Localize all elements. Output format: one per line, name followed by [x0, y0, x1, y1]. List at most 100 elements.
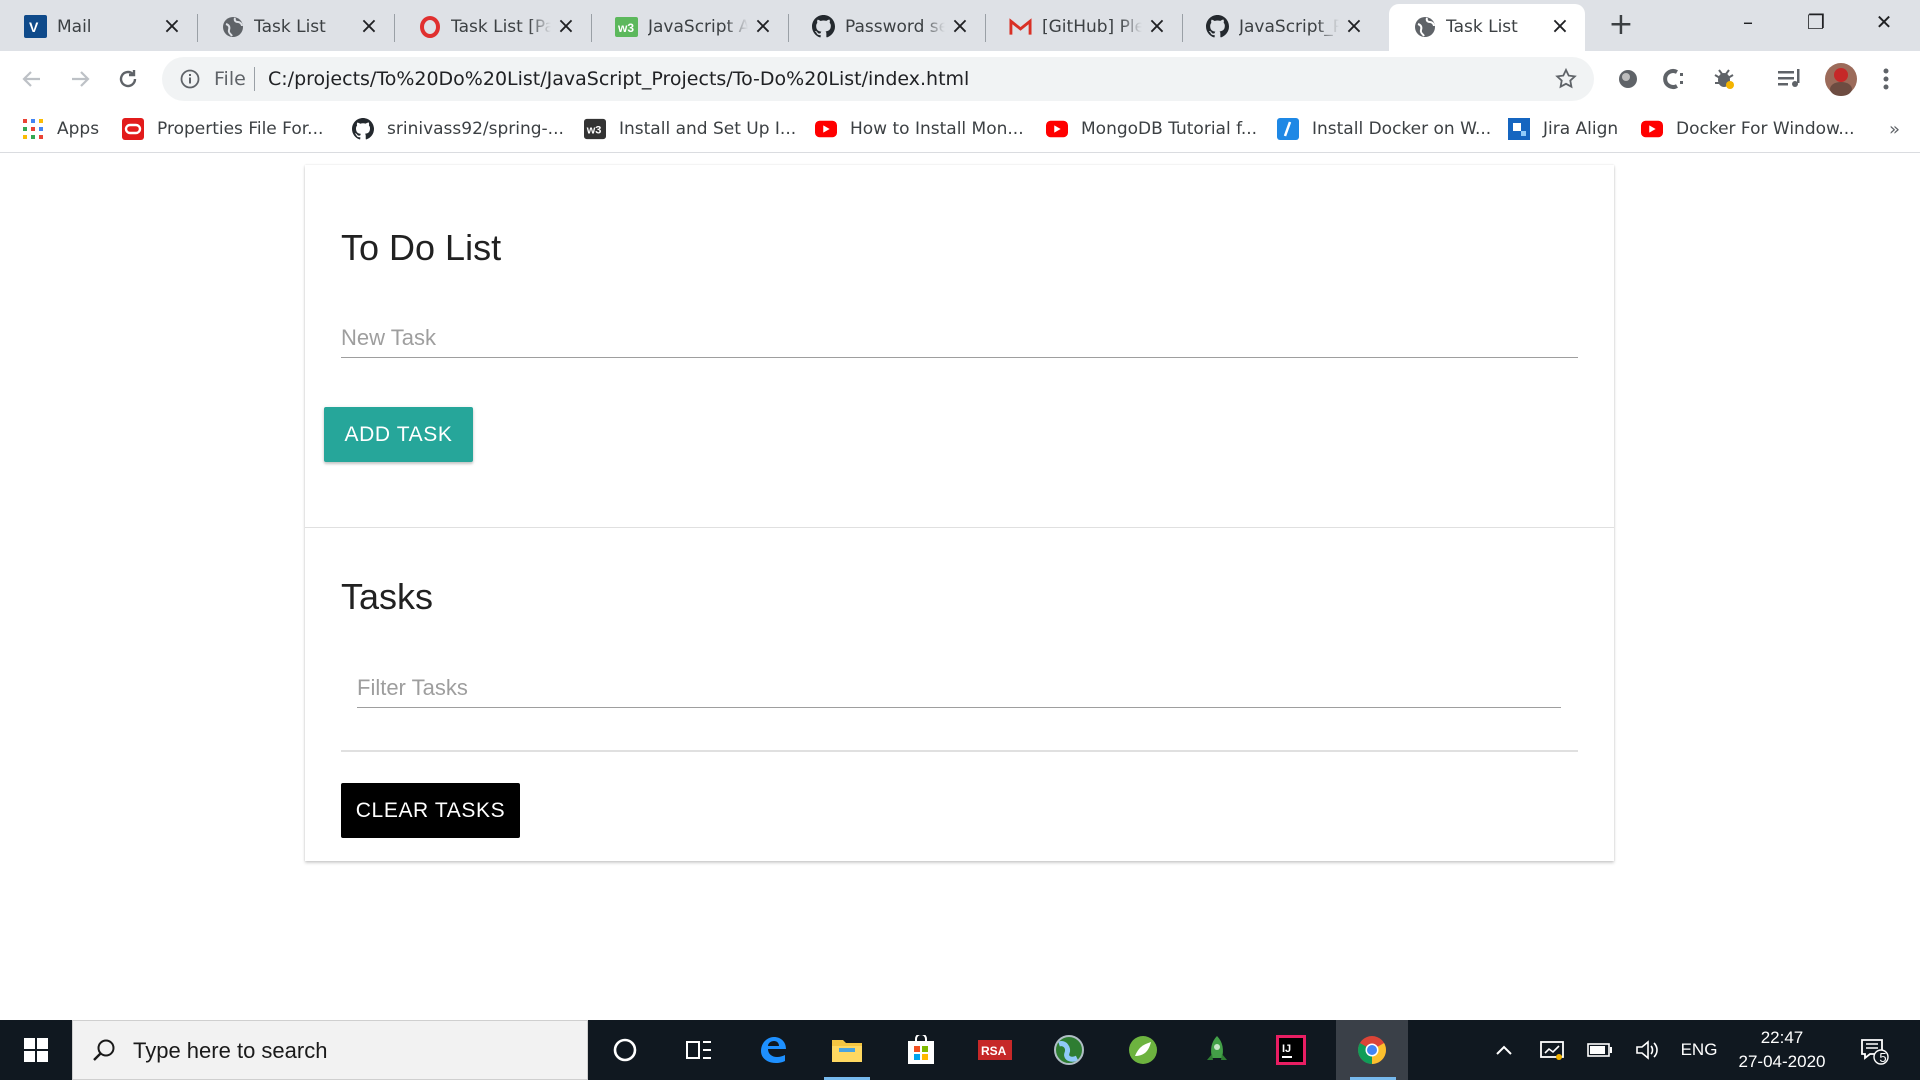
- tab-mail[interactable]: V Mail ×: [0, 4, 198, 51]
- windows-logo-icon: [24, 1038, 48, 1062]
- chevron-up-icon: [1496, 1045, 1512, 1055]
- bookmark-label: Properties File For...: [157, 119, 324, 139]
- start-button[interactable]: [0, 1020, 72, 1080]
- show-hidden-icons-button[interactable]: [1488, 1020, 1520, 1080]
- reload-button[interactable]: [114, 65, 142, 93]
- rsa-icon: RSA: [978, 1040, 1012, 1060]
- close-icon[interactable]: ×: [752, 16, 774, 38]
- cortana-button[interactable]: [588, 1020, 662, 1080]
- close-icon[interactable]: ×: [555, 16, 577, 38]
- bookmark-apps[interactable]: Apps: [22, 116, 99, 142]
- bookmark-spring-repo[interactable]: srinivass92/spring-...: [352, 116, 564, 142]
- action-center-button[interactable]: 5: [1852, 1020, 1896, 1080]
- device-icon: [1540, 1041, 1564, 1060]
- w3-icon: w3: [584, 118, 606, 140]
- jira-align-icon: [1508, 118, 1530, 140]
- outlook-icon: V: [24, 15, 47, 38]
- add-task-button[interactable]: ADD TASK: [324, 407, 473, 462]
- bookmark-install-docker[interactable]: Install Docker on W...: [1277, 116, 1491, 142]
- close-icon[interactable]: ×: [358, 16, 380, 38]
- svg-text:RSA: RSA: [981, 1044, 1007, 1058]
- close-icon[interactable]: ×: [1343, 16, 1365, 38]
- close-window-button[interactable]: ✕: [1850, 0, 1918, 44]
- file-explorer-app[interactable]: [810, 1020, 884, 1080]
- tab-password-se[interactable]: Password se ×: [788, 4, 986, 51]
- volume-button[interactable]: [1632, 1020, 1664, 1080]
- bookmark-properties-file[interactable]: Properties File For...: [122, 116, 323, 142]
- close-icon[interactable]: ×: [949, 16, 971, 38]
- tab-strip: V Mail × Task List × Task List [Par × w3…: [0, 0, 1920, 51]
- bookmark-docker-windows[interactable]: Docker For Window...: [1641, 116, 1855, 142]
- tab-task-list[interactable]: Task List ×: [197, 4, 395, 51]
- bookmark-label: MongoDB Tutorial f...: [1081, 119, 1258, 139]
- language-indicator[interactable]: ENG: [1676, 1020, 1722, 1080]
- forward-button[interactable]: [66, 65, 94, 93]
- restore-button[interactable]: ❐: [1782, 0, 1850, 44]
- tab-javascript-p[interactable]: JavaScript_P ×: [1182, 4, 1379, 51]
- new-task-input[interactable]: [341, 318, 1578, 357]
- tab-task-list-par[interactable]: Task List [Par ×: [394, 4, 592, 51]
- device-tray-button[interactable]: [1536, 1020, 1568, 1080]
- clear-tasks-button[interactable]: CLEAR TASKS: [341, 783, 520, 838]
- bookmarks-overflow-button[interactable]: »: [1889, 119, 1900, 140]
- avatar[interactable]: [1824, 63, 1858, 96]
- apps-grid-icon: [22, 118, 44, 140]
- windows-taskbar: Type here to search RSA IJ ENG 22:47 27-…: [0, 1020, 1920, 1080]
- bookmark-jira-align[interactable]: Jira Align: [1508, 116, 1618, 142]
- clock-date: 27-04-2020: [1738, 1052, 1826, 1071]
- github-icon: [812, 15, 835, 38]
- rsa-app[interactable]: RSA: [958, 1020, 1032, 1080]
- close-icon[interactable]: ×: [161, 16, 183, 38]
- close-icon[interactable]: ×: [1146, 16, 1168, 38]
- spring-leaf-icon: [1129, 1036, 1157, 1064]
- bookmarks-bar: Apps Properties File For... srinivass92/…: [0, 107, 1920, 153]
- extension-c-icon[interactable]: [1662, 65, 1690, 93]
- edge-app[interactable]: [736, 1020, 810, 1080]
- network-globe-app[interactable]: [1032, 1020, 1106, 1080]
- media-control-icon[interactable]: [1776, 65, 1804, 93]
- info-icon[interactable]: [180, 69, 200, 89]
- tab-javascript-ar[interactable]: w3 JavaScript Ar ×: [591, 4, 789, 51]
- bookmark-install-mongo[interactable]: How to Install Mon...: [815, 116, 1024, 142]
- svg-text:IJ: IJ: [1282, 1043, 1291, 1055]
- arrow-right-icon: [72, 71, 90, 87]
- youtube-icon: [815, 118, 837, 140]
- back-button[interactable]: [18, 65, 46, 93]
- tab-github-ple[interactable]: [GitHub] Ple ×: [985, 4, 1183, 51]
- extension-circle-icon[interactable]: [1614, 65, 1642, 93]
- tab-title: Task List [Par: [451, 17, 551, 37]
- battery-icon: [1587, 1043, 1612, 1057]
- robo3t-app[interactable]: [1180, 1020, 1254, 1080]
- bookmark-mongodb-tutorial[interactable]: MongoDB Tutorial f...: [1046, 116, 1257, 142]
- spring-tools-app[interactable]: [1106, 1020, 1180, 1080]
- arrow-left-icon: [22, 71, 40, 87]
- bookmark-install-setup[interactable]: w3 Install and Set Up I...: [584, 116, 796, 142]
- task-view-button[interactable]: [662, 1020, 736, 1080]
- more-vert-icon[interactable]: [1872, 65, 1900, 93]
- taskbar-search-box[interactable]: Type here to search: [72, 1020, 588, 1080]
- close-icon[interactable]: ×: [1549, 16, 1571, 38]
- battery-button[interactable]: [1584, 1020, 1616, 1080]
- page-title: To Do List: [341, 227, 502, 268]
- intellij-icon: IJ: [1276, 1035, 1306, 1065]
- globe-icon: [1413, 15, 1436, 38]
- taskbar-clock[interactable]: 22:47 27-04-2020: [1732, 1026, 1832, 1074]
- oracle-icon: [122, 118, 144, 140]
- new-tab-button[interactable]: +: [1606, 10, 1636, 41]
- url-text[interactable]: C:/projects/To%20Do%20List/JavaScript_Pr…: [268, 68, 969, 90]
- extension-bug-icon[interactable]: [1710, 65, 1738, 93]
- tab-task-list-active[interactable]: Task List ×: [1389, 4, 1585, 51]
- bookmark-label: Jira Align: [1543, 119, 1619, 139]
- youtube-icon: [1046, 118, 1068, 140]
- tab-title: Task List: [254, 17, 326, 37]
- minimize-button[interactable]: –: [1714, 0, 1782, 44]
- address-bar[interactable]: File C:/projects/To%20Do%20List/JavaScri…: [162, 57, 1594, 101]
- chrome-app[interactable]: [1336, 1020, 1408, 1080]
- filter-tasks-input[interactable]: [357, 668, 1561, 707]
- tab-title: JavaScript_P: [1239, 17, 1339, 37]
- cortana-icon: [613, 1038, 637, 1062]
- star-icon[interactable]: [1554, 67, 1578, 91]
- intellij-app[interactable]: IJ: [1254, 1020, 1328, 1080]
- folder-icon: [832, 1040, 862, 1062]
- store-app[interactable]: [884, 1020, 958, 1080]
